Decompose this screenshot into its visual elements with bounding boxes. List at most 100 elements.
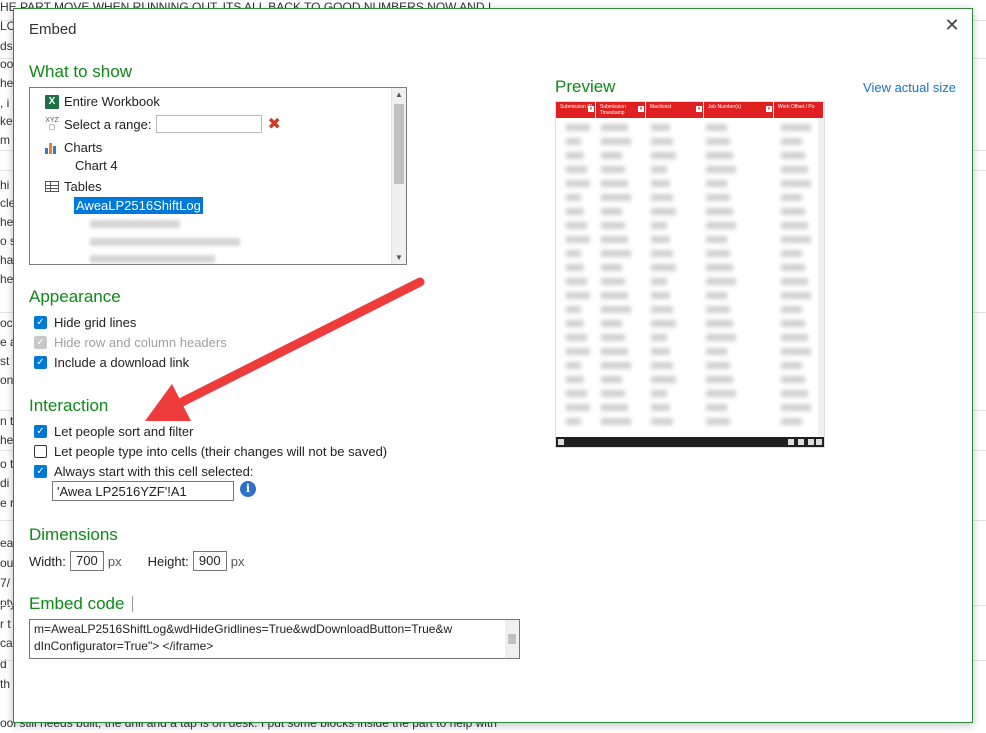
filter-dropdown-icon: ▾ <box>696 106 702 112</box>
download-link-label: Include a download link <box>54 355 190 370</box>
hide-grid-lines-label: Hide grid lines <box>54 315 137 330</box>
preview-blurred-cell <box>566 138 581 145</box>
preview-blurred-cell <box>706 418 730 425</box>
hide-grid-lines-checkbox[interactable]: ✓ <box>34 316 47 329</box>
preview-blurred-cell <box>706 250 730 257</box>
preview-blurred-cell <box>651 334 667 341</box>
table-item-blurred[interactable] <box>90 255 215 263</box>
close-icon[interactable]: ✕ <box>942 15 962 35</box>
clear-range-icon[interactable]: ✖ <box>267 114 280 134</box>
preview-blurred-cell <box>706 152 733 159</box>
range-icon-text: XYZ <box>45 117 59 124</box>
charts-label: Charts <box>64 140 103 155</box>
hide-headers-checkbox: ✓ <box>34 336 47 349</box>
preview-blurred-cell <box>601 376 622 383</box>
tables-label: Tables <box>64 179 102 194</box>
scrollbar-thumb[interactable] <box>394 104 404 184</box>
download-link-checkbox[interactable]: ✓ <box>34 356 47 369</box>
what-to-show-listbox[interactable]: X Entire Workbook XYZ ▢ Select a range: ✖… <box>29 87 407 265</box>
preview-blurred-cell <box>566 222 587 229</box>
type-into-cells-option[interactable]: Let people type into cells (their change… <box>34 444 387 459</box>
embed-dialog: Embed ✕ What to show X Entire Workbook X… <box>13 8 973 723</box>
preview-col-label: Submission Timestamp <box>600 104 626 116</box>
background-text-line: o t <box>0 457 13 471</box>
preview-blurred-cell <box>601 124 628 131</box>
background-text-line: di <box>0 476 10 490</box>
preview-blurred-cell <box>601 222 625 229</box>
select-range-input[interactable] <box>156 115 263 133</box>
preview-blurred-cell <box>566 208 584 215</box>
preview-col-label: Machinist <box>650 104 672 110</box>
embed-code-scrollbar[interactable] <box>505 620 519 658</box>
chart-icon <box>45 142 59 154</box>
view-actual-size-link[interactable]: View actual size <box>863 80 956 95</box>
listbox-scrollbar[interactable]: ▲ ▼ <box>391 88 406 264</box>
preview-blurred-cell <box>651 278 667 285</box>
chart-item[interactable]: Chart 4 <box>75 158 118 173</box>
preview-blurred-cell <box>566 306 581 313</box>
scroll-down-icon[interactable]: ▼ <box>392 253 406 262</box>
table-item-blurred[interactable] <box>90 220 180 228</box>
preview-blurred-cell <box>651 348 670 355</box>
preview-blurred-cell <box>566 362 581 369</box>
preview-blurred-cell <box>706 236 727 243</box>
preview-blurred-cell <box>566 292 590 299</box>
download-link-option[interactable]: ✓ Include a download link <box>34 355 189 370</box>
background-text-line: pty <box>0 596 13 610</box>
hide-grid-lines-option[interactable]: ✓ Hide grid lines <box>34 315 136 330</box>
preview-blurred-cell <box>601 306 631 313</box>
height-input[interactable]: 900 <box>192 551 227 571</box>
sort-filter-checkbox[interactable]: ✓ <box>34 425 47 438</box>
start-cell-checkbox[interactable]: ✓ <box>34 465 47 478</box>
preview-blurred-cell <box>566 264 584 271</box>
sort-filter-label: Let people sort and filter <box>54 424 194 439</box>
preview-blurred-cell <box>781 362 802 369</box>
preview-col-header: Submission Timestamp ▾ <box>596 102 646 118</box>
preview-col-header: Machinist ▾ <box>646 102 704 118</box>
background-text-line: st <box>0 354 10 368</box>
background-text-line: 7/ <box>0 576 11 590</box>
select-range-item[interactable]: XYZ ▢ Select a range: ✖ <box>45 114 281 134</box>
preview-blurred-cell <box>601 320 622 327</box>
table-item-blurred[interactable] <box>90 238 240 246</box>
preview-blurred-cell <box>781 208 805 215</box>
preview-blurred-cell <box>651 166 667 173</box>
sort-filter-option[interactable]: ✓ Let people sort and filter <box>34 424 193 439</box>
background-text-line: m <box>0 133 10 147</box>
background-text-line: th <box>0 677 11 691</box>
entire-workbook-item[interactable]: X Entire Workbook <box>45 94 160 109</box>
preview-blurred-cell <box>566 124 590 131</box>
height-label: Height: <box>147 553 189 569</box>
background-text-line: ke <box>0 114 13 128</box>
preview-blurred-cell <box>566 236 590 243</box>
scroll-up-icon[interactable]: ▲ <box>392 90 406 99</box>
preview-blurred-cell <box>601 152 622 159</box>
text-caret <box>132 596 133 612</box>
width-input[interactable]: 700 <box>69 551 104 571</box>
background-text-line: hi <box>0 178 10 192</box>
excel-icon: X <box>45 94 59 109</box>
start-cell-option[interactable]: ✓ Always start with this cell selected: <box>34 464 253 479</box>
preview-blurred-cell <box>781 334 808 341</box>
preview-blurred-cell <box>781 404 811 411</box>
table-item-selected[interactable]: AweaLP2516ShiftLog <box>74 197 203 214</box>
preview-blurred-cell <box>601 292 628 299</box>
preview-blurred-cell <box>601 138 631 145</box>
range-icon: XYZ ▢ <box>45 117 59 131</box>
width-label: Width: <box>29 553 66 569</box>
type-into-cells-checkbox[interactable] <box>34 445 47 458</box>
background-text-line: ha <box>0 253 13 267</box>
height-unit: px <box>230 553 245 569</box>
start-cell-input[interactable] <box>52 481 234 501</box>
preview-blurred-cell <box>601 194 631 201</box>
background-text-line: ou <box>0 556 13 570</box>
preview-table-body <box>556 118 818 436</box>
preview-blurred-cell <box>601 278 625 285</box>
preview-blurred-cell <box>601 264 622 271</box>
preview-col-header: Work Offset / Po <box>774 102 824 118</box>
preview-blurred-cell <box>706 362 730 369</box>
preview-blurred-cell <box>651 124 670 131</box>
preview-blurred-cell <box>706 194 730 201</box>
info-icon[interactable]: i <box>240 481 256 497</box>
embed-code-textarea[interactable]: m=AweaLP2516ShiftLog&wdHideGridlines=Tru… <box>29 619 520 659</box>
